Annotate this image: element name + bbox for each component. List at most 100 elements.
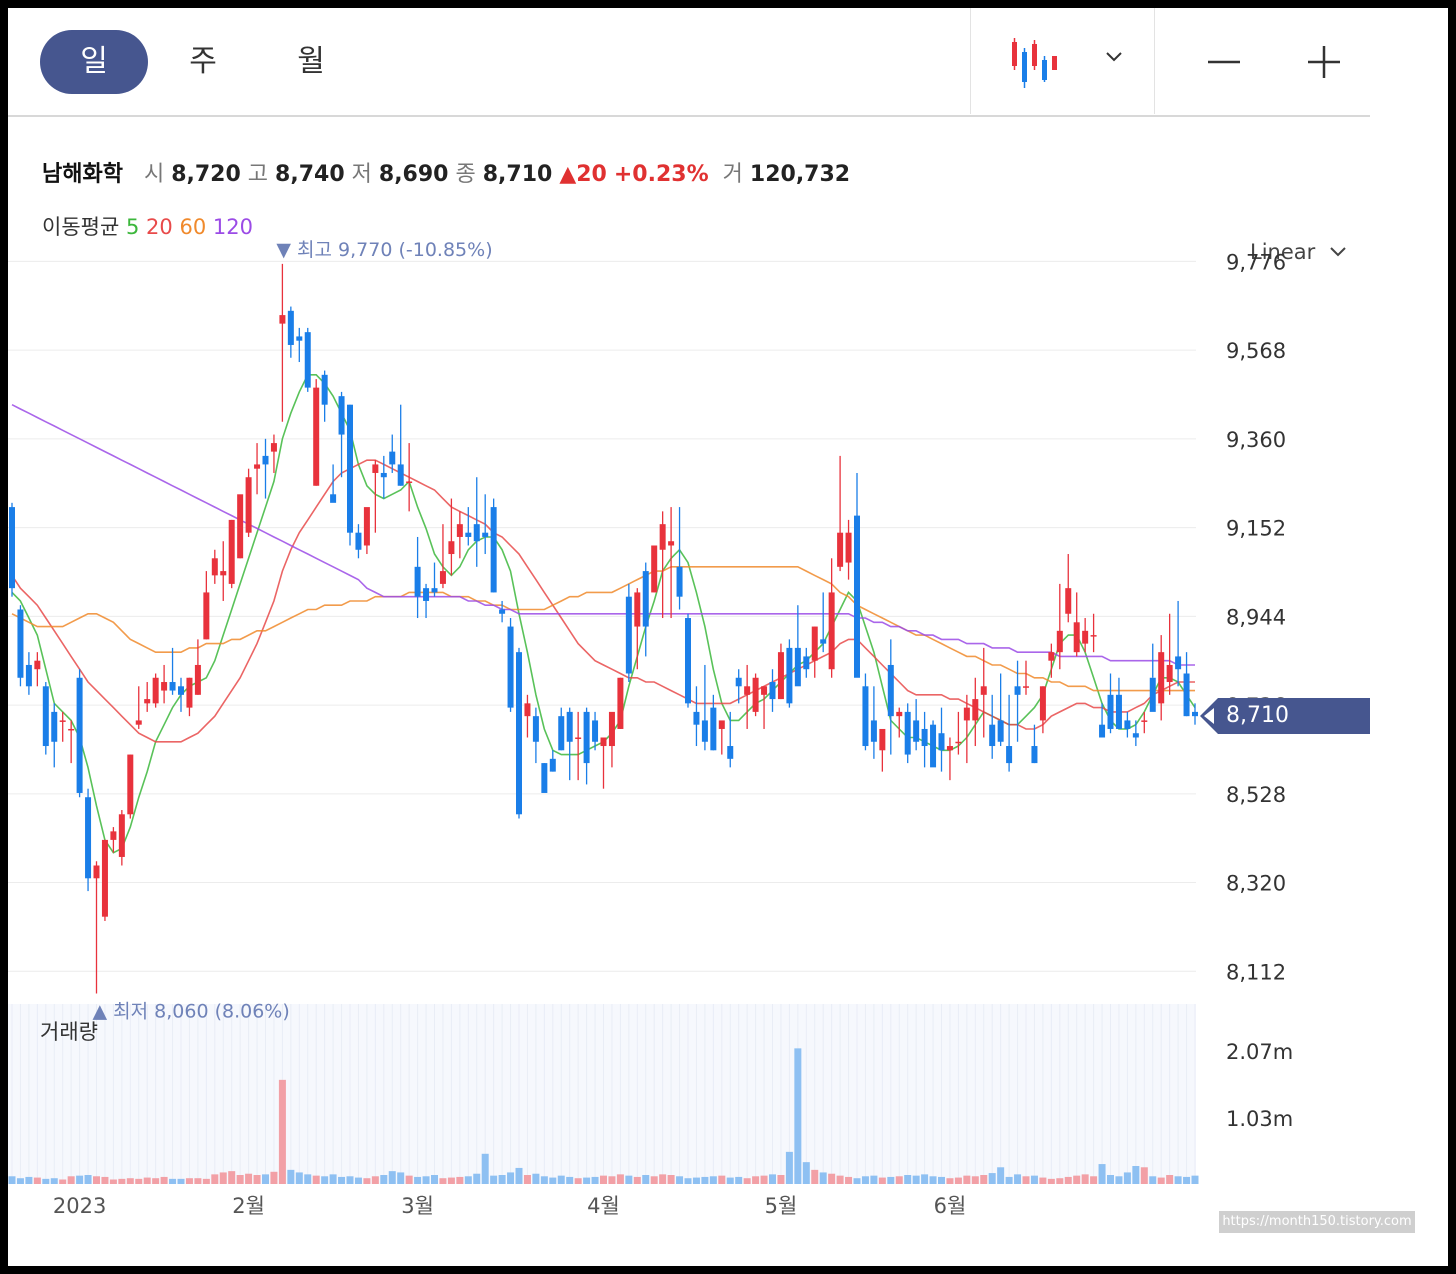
volume-bar xyxy=(802,1162,810,1184)
volume-bar xyxy=(752,1176,760,1184)
candle-body xyxy=(414,566,421,597)
volume-bar xyxy=(481,1153,489,1184)
candle-body xyxy=(651,545,658,593)
candle-body xyxy=(617,677,624,729)
candle-body xyxy=(34,660,41,670)
candle-body xyxy=(1073,622,1080,653)
candle-body xyxy=(254,464,261,469)
volume-bar xyxy=(591,1176,599,1184)
candle-body xyxy=(1124,720,1131,729)
volume-bar xyxy=(692,1177,700,1184)
candle-body xyxy=(625,596,632,674)
candle-body xyxy=(363,507,370,546)
volume-bar xyxy=(219,1172,227,1184)
candle-body xyxy=(1090,635,1097,637)
candle-body xyxy=(1107,694,1114,729)
volume-bar xyxy=(228,1171,236,1184)
candle-body xyxy=(76,677,83,793)
candle-body xyxy=(406,481,413,483)
candle-body xyxy=(270,443,277,452)
volume-bar xyxy=(278,1079,286,1184)
candle-body xyxy=(9,507,15,589)
volume-bar xyxy=(946,1178,954,1184)
candle-body xyxy=(1056,630,1063,653)
volume-bar xyxy=(1047,1178,1055,1184)
volume-bar xyxy=(515,1167,523,1184)
x-axis-label: 2023 xyxy=(53,1194,106,1218)
volume-axis-ticks: 2.07m 1.03m xyxy=(1226,1040,1293,1131)
volume-bar xyxy=(160,1176,168,1184)
volume-bar xyxy=(845,1176,853,1184)
volume-bar xyxy=(8,1176,16,1184)
y-axis-ticks: 9,7769,5689,3609,1528,9448,7368,5288,320… xyxy=(1226,250,1286,984)
candle-body xyxy=(338,396,345,435)
y-tick-label: 8,528 xyxy=(1226,783,1286,807)
candle-body xyxy=(397,464,404,486)
candle-body xyxy=(972,699,979,721)
candle-body xyxy=(1014,686,1021,695)
candle-body xyxy=(1099,724,1106,738)
volume-bar xyxy=(861,1176,869,1184)
volume-bar xyxy=(1039,1177,1047,1184)
volume-bar xyxy=(143,1177,151,1184)
volume-bar xyxy=(540,1176,548,1184)
volume-bar xyxy=(997,1167,1005,1184)
volume-bar xyxy=(625,1175,633,1184)
candle-body xyxy=(499,609,506,614)
volume-bar xyxy=(887,1176,895,1184)
candle-body xyxy=(321,374,328,405)
volume-bar xyxy=(574,1178,582,1184)
candle-body xyxy=(287,310,294,345)
candle-body xyxy=(532,716,539,742)
volume-bar xyxy=(1014,1174,1022,1184)
candle-body xyxy=(59,720,66,722)
volume-bar xyxy=(338,1176,346,1184)
volume-bar xyxy=(954,1177,962,1184)
volume-bar xyxy=(101,1176,109,1184)
candle-body xyxy=(186,677,193,708)
candle-body xyxy=(904,711,911,755)
candle-body xyxy=(735,677,742,687)
volume-bar xyxy=(735,1176,743,1184)
candle-body xyxy=(854,515,860,678)
volume-bar xyxy=(1005,1176,1013,1184)
candle-body xyxy=(144,699,151,704)
candle-body xyxy=(262,455,269,465)
volume-bar xyxy=(50,1178,58,1184)
candle-body xyxy=(549,758,556,772)
volume-bar xyxy=(659,1174,667,1184)
volume-bar xyxy=(67,1176,75,1184)
candle-body xyxy=(1149,677,1156,712)
y-tick-label: 8,944 xyxy=(1226,605,1286,629)
volume-bar xyxy=(439,1178,447,1184)
volume-bar xyxy=(684,1178,692,1184)
low-marker-label: ▲ 최저 8,060 (8.06%) xyxy=(93,1000,290,1022)
volume-bar xyxy=(532,1173,540,1184)
candle-body xyxy=(963,707,970,721)
volume-bar xyxy=(1090,1176,1098,1184)
volume-bar xyxy=(828,1173,836,1184)
volume-bar xyxy=(718,1175,726,1184)
volume-bar xyxy=(202,1178,210,1184)
candle-body xyxy=(389,451,396,465)
volume-bar xyxy=(963,1175,971,1184)
volume-bar xyxy=(1183,1176,1191,1184)
candle-body xyxy=(668,541,675,546)
volume-bar xyxy=(777,1175,785,1184)
candlestick-chart[interactable]: 9,7769,5689,3609,1528,9448,7368,5288,320… xyxy=(8,8,1448,1266)
volume-bar xyxy=(1166,1175,1174,1184)
volume-bar xyxy=(1081,1174,1089,1184)
volume-bar xyxy=(414,1176,422,1184)
volume-bar xyxy=(25,1176,33,1184)
candle-body xyxy=(1158,652,1165,704)
volume-bar xyxy=(1073,1175,1081,1184)
candle-body xyxy=(178,686,184,695)
candle-body xyxy=(279,315,286,324)
candle-body xyxy=(1141,720,1148,722)
volume-bar xyxy=(236,1175,244,1184)
y-tick-label: 8,320 xyxy=(1226,872,1286,896)
candle-body xyxy=(296,336,303,341)
candle-body xyxy=(592,720,599,742)
candle-body xyxy=(330,494,337,503)
candle-body xyxy=(347,404,353,533)
